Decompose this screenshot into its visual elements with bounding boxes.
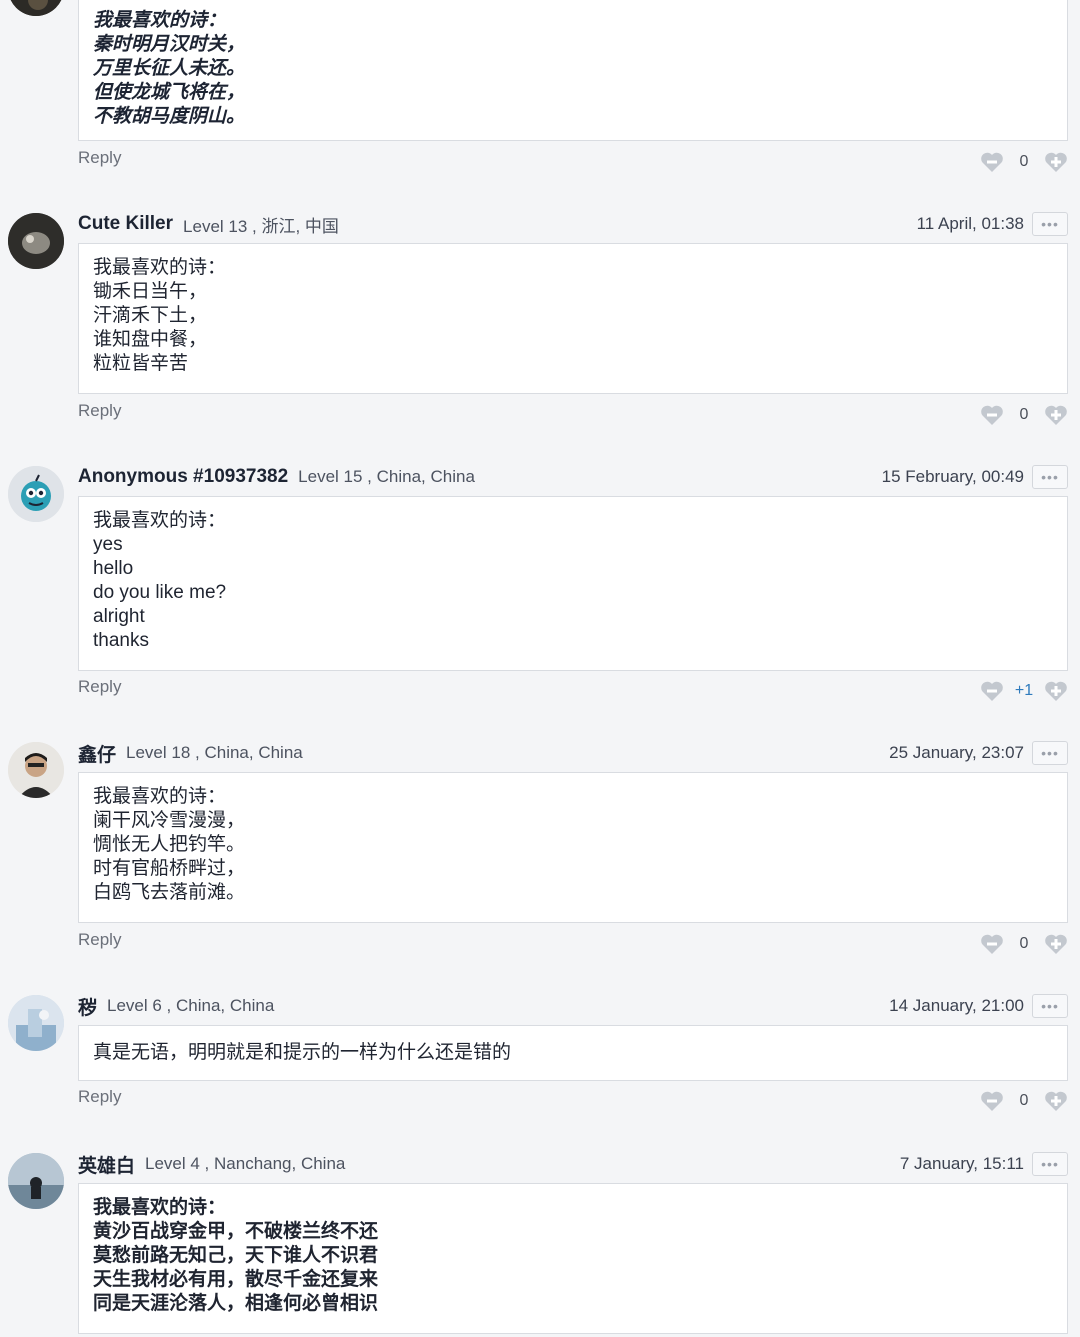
vote-controls: 0 [980, 404, 1068, 426]
avatar[interactable] [8, 213, 64, 269]
comment-line: hello [93, 558, 134, 579]
comment-line: 莫愁前路无知己，天下谁人不识君 [93, 1245, 379, 1266]
comment-line: 粒粒皆辛苦 [93, 353, 189, 374]
reply-link[interactable]: Reply [78, 401, 121, 421]
vote-count: +1 [1014, 682, 1034, 699]
comment-date: 25 January, 23:07 [889, 743, 1024, 762]
comment-line: do you like me? [93, 582, 227, 603]
comment-line: 我最喜欢的诗： [93, 257, 227, 278]
avatar[interactable] [8, 742, 64, 798]
vote-controls: +1 [980, 680, 1068, 702]
comment-body: 我最喜欢的诗： 秦时明月汉时关， 万里长征人未还。 但使龙城飞将在， 不教胡马度… [78, 0, 1068, 141]
comment-line: alright [93, 606, 145, 627]
comment-footer: Reply 0 [78, 927, 1068, 955]
comment-line: 阑干风冷雪漫漫， [93, 810, 246, 831]
username[interactable]: 鑫仔 [78, 740, 116, 767]
comment-line: 时有官船桥畔过， [93, 858, 246, 879]
comment-date: 11 April, 01:38 [916, 214, 1024, 233]
comment-date: 15 February, 00:49 [881, 467, 1024, 486]
comment-line: 谁知盘中餐， [93, 329, 208, 350]
vote-count: 0 [1019, 1092, 1029, 1109]
comment-footer: Reply +1 [78, 674, 1068, 702]
heart-minus-icon[interactable] [980, 1090, 1004, 1112]
more-options-button[interactable]: ••• [1032, 994, 1068, 1018]
comment-line: 惆怅无人把钓竿。 [93, 834, 246, 855]
reply-link[interactable]: Reply [78, 1087, 121, 1107]
comment-line: 同是天涯沦落人，相逢何必曾相识 [93, 1293, 379, 1314]
more-options-button[interactable]: ••• [1032, 741, 1068, 765]
more-options-button[interactable]: ••• [1032, 212, 1068, 236]
user-meta: Level 13 , 浙江, 中国 [183, 216, 339, 236]
avatar[interactable] [8, 0, 64, 16]
comment-line: 我最喜欢的诗： [93, 10, 227, 31]
comment-line: 不教胡马度阴山。 [93, 106, 246, 127]
heart-plus-icon[interactable] [1044, 404, 1068, 426]
heart-minus-icon[interactable] [980, 680, 1004, 702]
heart-minus-icon[interactable] [980, 933, 1004, 955]
comment-line: 但使龙城飞将在， [93, 82, 246, 103]
comment-header: 秽 Level 6 , China, China 14 January, 21:… [78, 991, 1068, 1021]
comment-line: 我最喜欢的诗： [93, 1197, 227, 1218]
user-meta: Level 4 , Nanchang, China [145, 1154, 346, 1173]
comment-header: 英雄白 Level 4 , Nanchang, China 7 January,… [78, 1149, 1068, 1179]
more-options-button[interactable]: ••• [1032, 465, 1068, 489]
avatar[interactable] [8, 466, 64, 522]
username[interactable]: Cute Killer [78, 213, 173, 235]
comment-line: 万里长征人未还。 [93, 58, 246, 79]
comment-header: Cute Killer Level 13 , 浙江, 中国 11 April, … [78, 209, 1068, 239]
comment-footer: Reply 0 [78, 145, 1068, 173]
user-meta: Level 15 , China, China [298, 467, 475, 486]
comment-footer: Reply 0 [78, 398, 1068, 426]
comment-date: 14 January, 21:00 [889, 996, 1024, 1015]
comment-header: 鑫仔 Level 18 , China, China 25 January, 2… [78, 738, 1068, 768]
more-options-button[interactable]: ••• [1032, 1152, 1068, 1176]
heart-minus-icon[interactable] [980, 151, 1004, 173]
reply-link[interactable]: Reply [78, 148, 121, 168]
vote-controls: 0 [980, 1090, 1068, 1112]
username[interactable]: 秽 [78, 993, 97, 1020]
comment-line: 白鸥飞去落前滩。 [93, 882, 246, 903]
comment-line: 我最喜欢的诗： [93, 510, 227, 531]
comment-line: 我最喜欢的诗： [93, 786, 227, 807]
comment-line: 黄沙百战穿金甲，不破楼兰终不还 [93, 1221, 379, 1242]
comment-line: yes [93, 534, 123, 555]
vote-count: 0 [1019, 935, 1029, 952]
comment-line: 汗滴禾下土， [93, 305, 208, 326]
user-meta: Level 18 , China, China [126, 743, 303, 762]
vote-controls: 0 [980, 151, 1068, 173]
vote-count: 0 [1019, 153, 1029, 170]
comment-body: 我最喜欢的诗： 黄沙百战穿金甲，不破楼兰终不还 莫愁前路无知己，天下谁人不识君 … [78, 1183, 1068, 1334]
username[interactable]: Anonymous #10937382 [78, 466, 288, 488]
comment-body: 真是无语，明明就是和提示的一样为什么还是错的 [78, 1025, 1068, 1081]
avatar[interactable] [8, 1153, 64, 1209]
comment-footer: Reply 0 [78, 1084, 1068, 1112]
comment-line: thanks [93, 630, 149, 651]
reply-link[interactable]: Reply [78, 677, 121, 697]
comment-body: 我最喜欢的诗： 阑干风冷雪漫漫， 惆怅无人把钓竿。 时有官船桥畔过， 白鸥飞去落… [78, 772, 1068, 923]
comment-header: Anonymous #10937382 Level 15 , China, Ch… [78, 462, 1068, 492]
heart-plus-icon[interactable] [1044, 1090, 1068, 1112]
reply-link[interactable]: Reply [78, 930, 121, 950]
comment-line: 秦时明月汉时关， [93, 34, 246, 55]
comment-line: 真是无语，明明就是和提示的一样为什么还是错的 [93, 1042, 512, 1063]
vote-controls: 0 [980, 933, 1068, 955]
heart-plus-icon[interactable] [1044, 151, 1068, 173]
comment-line: 天生我材必有用，散尽千金还复来 [93, 1269, 379, 1290]
heart-minus-icon[interactable] [980, 404, 1004, 426]
heart-plus-icon[interactable] [1044, 680, 1068, 702]
user-meta: Level 6 , China, China [107, 996, 275, 1015]
comment-date: 7 January, 15:11 [899, 1154, 1024, 1173]
username[interactable]: 英雄白 [78, 1151, 135, 1178]
heart-plus-icon[interactable] [1044, 933, 1068, 955]
vote-count: 0 [1019, 406, 1029, 423]
comment-line: 锄禾日当午， [93, 281, 208, 302]
comment-body: 我最喜欢的诗： yes hello do you like me? alrigh… [78, 496, 1068, 671]
comment-body: 我最喜欢的诗： 锄禾日当午， 汗滴禾下土， 谁知盘中餐， 粒粒皆辛苦 [78, 243, 1068, 394]
avatar[interactable] [8, 995, 64, 1051]
